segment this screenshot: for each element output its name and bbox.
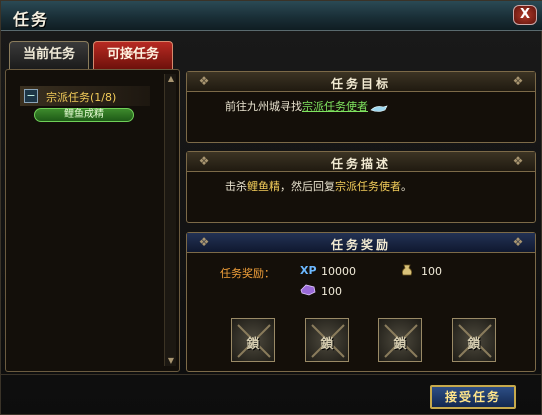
objective-mid: 寻找 <box>280 100 302 113</box>
accept-quest-button[interactable]: 接受任务 <box>430 385 516 409</box>
reward-header: ❖ 任务奖励 ❖ <box>187 233 535 253</box>
objective-place: 九州城 <box>247 100 280 113</box>
objective-title: 任务目标 <box>330 77 391 91</box>
description-npc: 宗派任务使者 <box>335 180 401 193</box>
xp-icon: XP <box>300 264 317 277</box>
description-part3: 。 <box>401 180 412 193</box>
lock-icon: 鎖 <box>467 337 481 352</box>
collapse-icon[interactable]: − <box>24 89 38 103</box>
description-part2: ，然后回复 <box>280 180 335 193</box>
description-text: 击杀鲤鱼精，然后回复宗派任务使者。 <box>225 178 412 194</box>
reward-slot[interactable]: 鎖 <box>231 318 275 362</box>
reward-values: 任务奖励： XP 10000 100 100 <box>195 259 529 299</box>
description-header: ❖ 任务描述 ❖ <box>187 152 535 172</box>
quest-group-label: 宗派任务(1/8) <box>46 91 117 104</box>
money-bag-icon <box>400 263 414 277</box>
ornament-icon: ❖ <box>512 235 524 249</box>
quest-window: 任务 X 当前任务 可接任务 − 宗派任务(1/8) 鲤鱼成精 ▲ ▼ ❖ 任务… <box>0 0 542 415</box>
description-title: 任务描述 <box>330 157 391 171</box>
xp-value: 10000 <box>321 265 356 278</box>
title-bar[interactable]: 任务 X <box>1 1 542 31</box>
lock-icon: 鎖 <box>320 337 334 352</box>
tab-current-quests[interactable]: 当前任务 <box>9 41 89 69</box>
quest-item[interactable]: 鲤鱼成精 <box>34 108 134 122</box>
objective-prefix: 前往 <box>225 100 247 113</box>
quest-group[interactable]: − 宗派任务(1/8) <box>20 86 150 106</box>
npc-link[interactable]: 宗派任务使者 <box>302 100 368 113</box>
quest-description-section: ❖ 任务描述 ❖ 击杀鲤鱼精，然后回复宗派任务使者。 <box>186 151 536 223</box>
reward-slot[interactable]: 鎖 <box>378 318 422 362</box>
objective-header: ❖ 任务目标 ❖ <box>187 72 535 92</box>
scroll-down-icon[interactable]: ▼ <box>165 356 177 366</box>
reward-slot[interactable]: 鎖 <box>452 318 496 362</box>
quest-list-scrollbar[interactable]: ▲ ▼ <box>164 74 176 366</box>
lock-icon: 鎖 <box>246 337 260 352</box>
quest-reward-section: ❖ 任务奖励 ❖ 任务奖励： XP 10000 100 100 鎖 鎖 鎖 鎖 <box>186 232 536 372</box>
objective-text: 前往九州城寻找宗派任务使者 <box>225 98 388 114</box>
close-button[interactable]: X <box>513 5 537 25</box>
lock-icon: 鎖 <box>393 337 407 352</box>
description-part1: 击杀 <box>225 180 247 193</box>
crystal-value: 100 <box>321 285 342 298</box>
crystal-icon <box>300 284 316 296</box>
quest-objective-section: ❖ 任务目标 ❖ 前往九州城寻找宗派任务使者 <box>186 71 536 143</box>
reward-label: 任务奖励： <box>220 267 275 280</box>
quest-list-panel: − 宗派任务(1/8) 鲤鱼成精 ▲ ▼ <box>5 69 180 372</box>
fly-shoe-icon[interactable] <box>370 103 388 112</box>
description-target: 鲤鱼精 <box>247 180 280 193</box>
window-title: 任务 <box>13 10 50 29</box>
divider <box>1 374 542 375</box>
reward-title: 任务奖励 <box>330 238 391 252</box>
ornament-icon: ❖ <box>512 74 524 88</box>
scroll-up-icon[interactable]: ▲ <box>165 74 177 84</box>
reward-slot[interactable]: 鎖 <box>305 318 349 362</box>
money-value: 100 <box>421 265 442 278</box>
tab-available-quests[interactable]: 可接任务 <box>93 41 173 69</box>
ornament-icon: ❖ <box>512 154 524 168</box>
